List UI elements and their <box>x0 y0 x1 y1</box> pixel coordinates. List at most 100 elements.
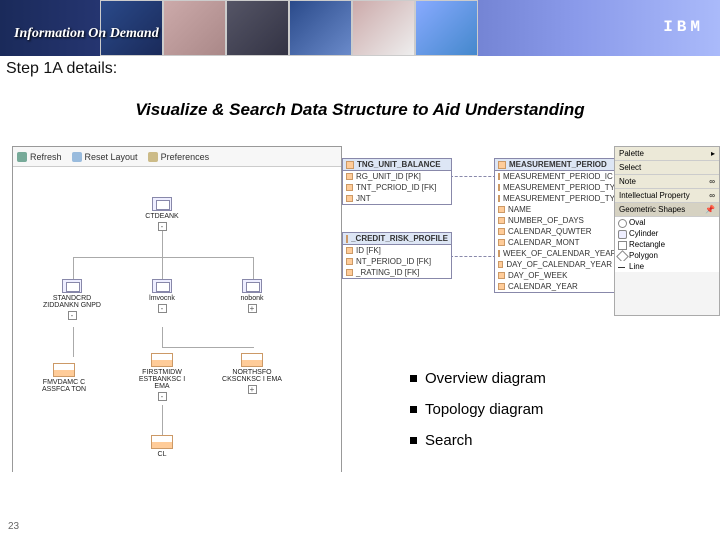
tree-node[interactable]: STANDCRD ZIDDANKN GNPD - <box>41 279 103 322</box>
node-label: STANDCRD ZIDDANKN GNPD <box>41 295 103 309</box>
tree-node[interactable]: lmvocnk - <box>131 279 193 315</box>
column-icon <box>346 258 353 265</box>
database-icon <box>152 279 172 293</box>
thumb-2 <box>163 0 226 56</box>
tree-node[interactable]: CL <box>131 435 193 458</box>
database-icon <box>242 279 262 293</box>
reset-layout-button[interactable]: Reset Layout <box>72 152 138 162</box>
tree-edge <box>73 257 74 279</box>
page-number: 23 <box>8 521 19 532</box>
chevron-down-icon: ∞ <box>709 191 715 200</box>
column-icon <box>498 173 500 180</box>
refresh-button[interactable]: Refresh <box>17 152 62 162</box>
bullet-item: Search <box>410 432 546 449</box>
collapse-icon[interactable]: - <box>68 311 77 320</box>
preferences-button[interactable]: Preferences <box>148 152 210 162</box>
palette-section[interactable]: Note ∞ <box>615 175 719 189</box>
collapse-icon[interactable]: - <box>158 222 167 231</box>
node-label: lmvocnk <box>131 295 193 302</box>
column-icon <box>498 261 503 268</box>
entity-table[interactable]: MEASUREMENT_PERIOD MEASUREMENT_PERIOD_IC… <box>494 158 616 293</box>
entity-column: MEASUREMENT_PERIOD_IC <box>503 171 613 182</box>
reset-label: Reset Layout <box>85 152 138 162</box>
topology-toolbar: Refresh Reset Layout Preferences <box>13 147 341 167</box>
column-icon <box>498 239 505 246</box>
entity-table[interactable]: TNG_UNIT_BALANCE RG_UNIT_ID [PK] TNT_PCR… <box>342 158 452 205</box>
reset-icon <box>72 152 82 162</box>
entity-header: MEASUREMENT_PERIOD <box>509 160 607 169</box>
entity-column: TNT_PCRIOD_ID [FK] <box>356 182 436 193</box>
entity-column: CALENDAR_YEAR <box>508 281 578 292</box>
thumb-6 <box>415 0 478 56</box>
bullet-text: Topology diagram <box>425 401 543 418</box>
pin-icon: 📌 <box>705 205 715 214</box>
topology-canvas[interactable]: CTDEANK- STANDCRD ZIDDANKN GNPD - lmvocnk… <box>13 167 341 473</box>
tree-edge <box>162 347 254 348</box>
prefs-icon <box>148 152 158 162</box>
prefs-label: Preferences <box>161 152 210 162</box>
entity-column: WEEK_OF_CALENDAR_YEAR <box>503 248 616 259</box>
palette-title: Palette <box>619 149 644 158</box>
thumb-3 <box>226 0 289 56</box>
entity-column: DAY_OF_WEEK <box>508 270 567 281</box>
database-icon <box>62 279 82 293</box>
palette-item-cylinder[interactable]: Cylinder <box>615 228 719 239</box>
expand-icon[interactable]: + <box>248 304 257 313</box>
entity-header: TNG_UNIT_BALANCE <box>357 160 441 169</box>
column-icon <box>346 195 353 202</box>
column-icon <box>498 283 505 290</box>
palette-item-line[interactable]: Line <box>615 261 719 272</box>
column-icon <box>346 247 353 254</box>
entity-column: CALENDAR_MONT <box>508 237 580 248</box>
column-icon <box>498 217 505 224</box>
palette-header[interactable]: Palette ▸ <box>615 147 719 161</box>
bullet-item: Topology diagram <box>410 401 546 418</box>
bullet-text: Search <box>425 432 473 449</box>
palette-section[interactable]: Intellectual Property∞ <box>615 189 719 203</box>
collapse-icon[interactable]: - <box>158 392 167 401</box>
palette-section-active[interactable]: Geometric Shapes 📌 <box>615 203 719 217</box>
column-icon <box>346 269 353 276</box>
palette-item-oval[interactable]: Oval <box>615 217 719 228</box>
palette-item-rectangle[interactable]: Rectangle <box>615 239 719 250</box>
collapse-icon[interactable]: - <box>158 304 167 313</box>
er-relationship-line <box>450 176 496 177</box>
chevron-down-icon: ∞ <box>709 177 715 186</box>
tree-node[interactable]: NORTHSFO CKSCNKSC I EMA+ <box>221 353 283 396</box>
bullet-item: Overview diagram <box>410 370 546 387</box>
node-label: FMVDAMC C ASSFCA TON <box>33 379 95 393</box>
tree-node[interactable]: nobonk + <box>221 279 283 315</box>
palette-section-label: Geometric Shapes <box>619 205 685 214</box>
column-icon <box>498 195 500 202</box>
column-icon <box>498 228 505 235</box>
schema-icon <box>151 353 173 367</box>
palette-section-label: Note <box>619 177 636 186</box>
thumb-4 <box>289 0 352 56</box>
slide-subtitle: Visualize & Search Data Structure to Aid… <box>0 100 720 120</box>
column-icon <box>498 250 500 257</box>
database-icon <box>152 197 172 211</box>
node-label: nobonk <box>221 295 283 302</box>
entity-column: RG_UNIT_ID [PK] <box>356 171 421 182</box>
expand-icon[interactable]: + <box>248 385 257 394</box>
tree-node[interactable]: FMVDAMC C ASSFCA TON <box>33 363 95 393</box>
table-icon <box>346 161 354 169</box>
palette-item-polygon[interactable]: Polygon <box>615 250 719 261</box>
entity-table[interactable]: _CREDIT_RISK_PROFILE ID [FK] NT_PERIOD_I… <box>342 232 452 279</box>
banner-title: Information On Demand <box>14 26 159 42</box>
tree-edge <box>162 405 163 435</box>
tree-node-root[interactable]: CTDEANK- <box>131 197 193 233</box>
step-label: Step 1A details: <box>6 60 117 78</box>
column-icon <box>346 173 353 180</box>
tree-edge <box>162 229 163 257</box>
column-icon <box>498 184 500 191</box>
palette-section[interactable]: Select <box>615 161 719 175</box>
tree-edge <box>253 257 254 279</box>
refresh-icon <box>17 152 27 162</box>
bullet-list: Overview diagram Topology diagram Search <box>410 370 546 463</box>
chevron-right-icon[interactable]: ▸ <box>711 149 715 158</box>
palette-section-label: Select <box>619 163 641 172</box>
tree-node[interactable]: FIRSTMIDW ESTBANKSC I EMA- <box>131 353 193 403</box>
column-icon <box>346 184 353 191</box>
entity-column: DAY_OF_CALENDAR_YEAR <box>506 259 612 270</box>
